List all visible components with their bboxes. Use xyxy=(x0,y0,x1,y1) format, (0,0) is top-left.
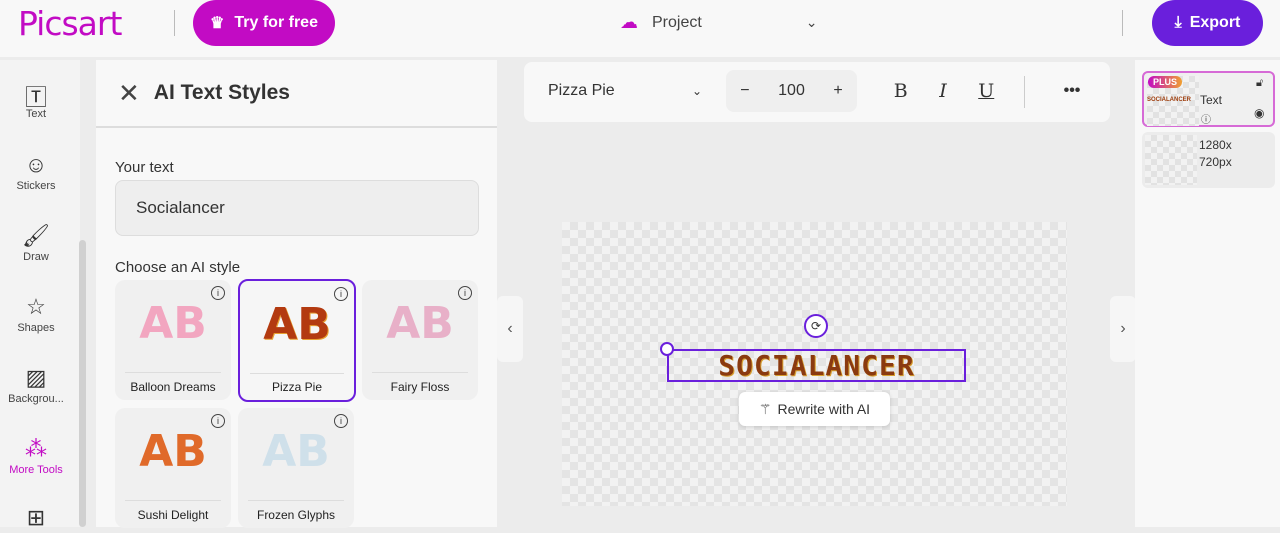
grid-icon: ⊞ xyxy=(26,505,46,530)
layers-panel: PLUS SOCIALANCER Text ⓘ 🔓︎ ◉ 1280x 720px xyxy=(1135,60,1280,527)
cloud-check-icon: ☁ xyxy=(620,12,638,32)
plus-badge: PLUS xyxy=(1148,76,1183,88)
style-name: Fairy Floss xyxy=(390,380,450,394)
rail-item-more-tools[interactable]: ⁂ More Tools xyxy=(0,436,72,476)
close-icon[interactable]: ✕ xyxy=(118,78,140,109)
style-card-fairy-floss[interactable]: i AB Fairy Floss xyxy=(362,280,478,400)
style-card-balloon-dreams[interactable]: i AB Balloon Dreams xyxy=(115,280,231,400)
info-icon[interactable]: ⓘ xyxy=(1201,111,1211,126)
tool-rail: 🅃 Text ☺ Stickers 🖌 Draw ☆ Shapes ▨ Backgrou.… xyxy=(0,60,80,530)
your-text-label: Your text xyxy=(115,159,174,176)
rail-item-apps[interactable]: ⊞ xyxy=(0,505,72,533)
export-label: Export xyxy=(1189,14,1241,31)
eye-icon[interactable]: ◉ xyxy=(1254,106,1264,120)
project-label: Project xyxy=(652,13,702,31)
layer-text[interactable]: PLUS SOCIALANCER Text ⓘ 🔓︎ ◉ xyxy=(1142,71,1275,127)
try-for-free-button[interactable]: ♛ Try for free xyxy=(193,0,335,46)
background-icon: ▨ xyxy=(25,365,47,390)
layer-label: Text xyxy=(1200,93,1223,107)
rail-label: Draw xyxy=(23,251,49,263)
plus-icon[interactable]: + xyxy=(833,82,842,100)
divider xyxy=(1122,10,1123,36)
download-icon: ⤓ xyxy=(1174,14,1182,31)
collapse-left-button[interactable]: ‹ xyxy=(497,296,523,362)
export-button[interactable]: ⤓ Export xyxy=(1152,0,1263,46)
rail-label: Text xyxy=(25,108,47,120)
more-options-button[interactable]: ••• xyxy=(1042,70,1102,112)
rewrite-label: Rewrite with AI xyxy=(777,401,871,417)
rail-item-shapes[interactable]: ☆ Shapes xyxy=(0,294,72,334)
chevron-down-icon: ⌄ xyxy=(805,14,818,30)
collapse-right-button[interactable]: › xyxy=(1110,296,1136,362)
style-name: Balloon Dreams xyxy=(130,380,216,394)
text-toolbar: Pizza Pie ⌄ − 100 + B I U ••• xyxy=(524,62,1110,122)
layer-thumb-text: SOCIALANCER xyxy=(1147,97,1192,103)
italic-button[interactable]: I xyxy=(939,80,947,102)
sticker-icon: ☺ xyxy=(24,152,48,177)
style-card-frozen-glyphs[interactable]: i AB Frozen Glyphs xyxy=(238,408,354,528)
style-name: Frozen Glyphs xyxy=(256,508,336,522)
style-preview: AB xyxy=(139,426,207,477)
style-preview: AB xyxy=(263,299,331,350)
layer-thumbnail xyxy=(1145,135,1197,185)
resize-handle[interactable] xyxy=(660,342,674,356)
ai-text-styles-panel: ✕ AI Text Styles Your text Socialancer Ch… xyxy=(96,60,497,528)
rail-label: Stickers xyxy=(16,180,56,192)
brush-icon: 🖌 xyxy=(22,223,50,248)
font-name: Pizza Pie xyxy=(548,82,615,99)
font-dropdown[interactable]: Pizza Pie ⌄ xyxy=(534,70,716,112)
panel-title: AI Text Styles xyxy=(153,81,290,104)
divider xyxy=(1024,76,1025,108)
choose-style-label: Choose an AI style xyxy=(115,259,241,276)
selected-text-layer[interactable]: SOCIALANCER xyxy=(667,349,966,382)
rail-label: Backgrou... xyxy=(8,393,64,405)
rail-label: Shapes xyxy=(17,322,55,334)
picsart-logo[interactable]: Picsart xyxy=(18,4,122,43)
layer-size-height: 720px xyxy=(1199,155,1232,169)
rail-item-background[interactable]: ▨ Backgrou... xyxy=(0,365,72,405)
style-card-sushi-delight[interactable]: i AB Sushi Delight xyxy=(115,408,231,528)
style-preview: AB xyxy=(262,426,330,477)
lock-icon[interactable]: 🔓︎ xyxy=(1256,77,1263,90)
try-label: Try for free xyxy=(234,14,318,31)
underline-button[interactable]: U xyxy=(978,80,994,102)
bold-button[interactable]: B xyxy=(894,80,908,102)
star-icon: ☆ xyxy=(26,294,46,319)
font-size-value[interactable]: 100 xyxy=(778,82,805,100)
layer-size-width: 1280x xyxy=(1199,138,1232,152)
layer-background[interactable]: 1280x 720px xyxy=(1142,132,1275,188)
your-text-input[interactable]: Socialancer xyxy=(115,180,479,236)
magic-wand-icon: ⚚ xyxy=(758,400,772,417)
style-name: Sushi Delight xyxy=(137,508,209,522)
chevron-down-icon: ⌄ xyxy=(691,84,702,98)
style-name: Pizza Pie xyxy=(271,380,323,394)
crown-icon: ♛ xyxy=(210,15,225,32)
minus-icon[interactable]: − xyxy=(740,82,749,100)
text-icon: 🅃 xyxy=(24,85,47,110)
rail-label: More Tools xyxy=(9,464,63,476)
font-size-stepper[interactable]: − 100 + xyxy=(726,70,857,112)
rewrite-with-ai-button[interactable]: ⚚ Rewrite with AI xyxy=(739,392,890,426)
rotate-handle-icon[interactable]: ⟳ xyxy=(804,314,828,338)
panel-header: ✕ AI Text Styles xyxy=(96,60,497,128)
rail-item-stickers[interactable]: ☺ Stickers xyxy=(0,152,72,192)
more-tools-icon: ⁂ xyxy=(25,436,47,461)
style-card-pizza-pie[interactable]: i AB Pizza Pie xyxy=(238,279,356,402)
rail-item-text[interactable]: 🅃 Text xyxy=(0,80,72,120)
style-preview: AB xyxy=(386,298,454,349)
divider xyxy=(174,10,175,36)
top-header: Picsart ♛ Try for free ☁ Project ⌄ ⤓ Export xyxy=(0,0,1280,57)
project-dropdown[interactable]: ☁ Project ⌄ xyxy=(620,12,818,33)
style-preview: AB xyxy=(139,298,207,349)
rail-item-draw[interactable]: 🖌 Draw xyxy=(0,223,72,263)
rail-scrollbar[interactable] xyxy=(79,240,86,527)
